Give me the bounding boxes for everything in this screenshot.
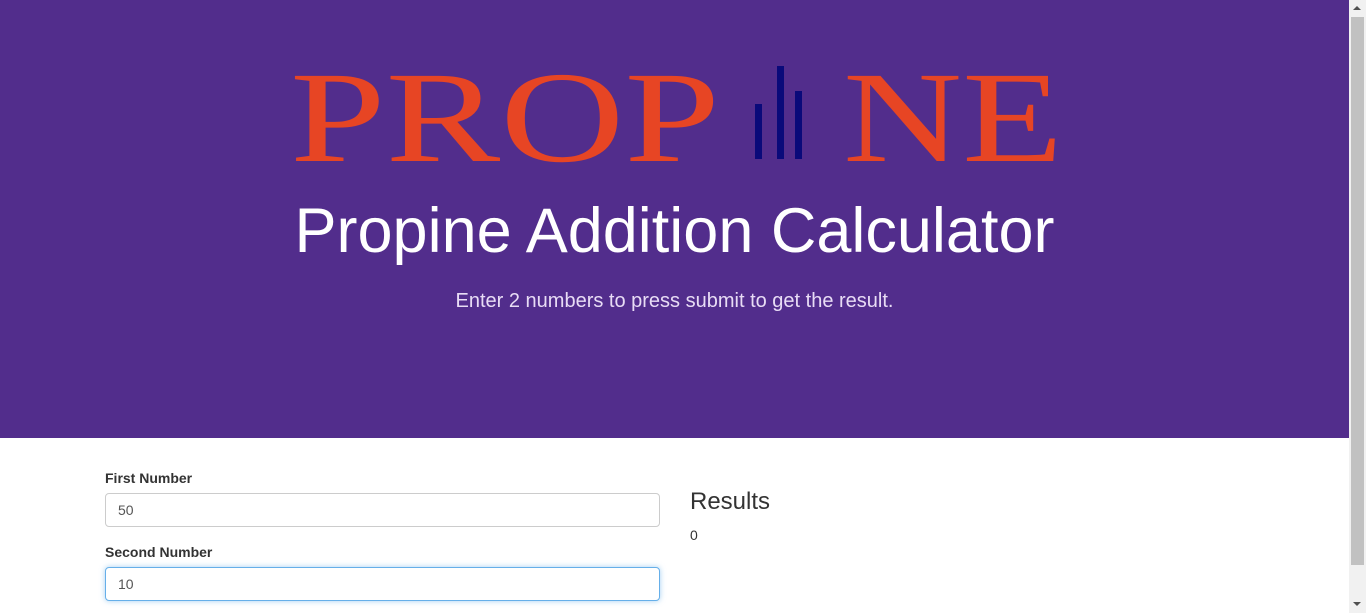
- first-number-label: First Number: [105, 470, 193, 486]
- results-heading: Results: [690, 488, 771, 515]
- second-number-label: Second Number: [105, 544, 213, 560]
- scroll-down-arrow-icon[interactable]: [1349, 596, 1366, 613]
- logo-bar-3: [795, 91, 802, 159]
- page-subtitle: Enter 2 numbers to press submit to get t…: [455, 290, 894, 312]
- propine-logo: PROP NE: [290, 58, 1063, 166]
- hero-banner: PROP NE Propine Addition Calculator Ente…: [0, 0, 1349, 438]
- results-value: 0: [690, 527, 698, 543]
- scroll-up-arrow-icon[interactable]: [1349, 0, 1366, 17]
- page: PROP NE Propine Addition Calculator Ente…: [0, 0, 1366, 613]
- logo-bar-2: [777, 66, 784, 159]
- scroll-thumb[interactable]: [1351, 17, 1364, 565]
- first-number-input[interactable]: [105, 493, 660, 527]
- logo-text-right: NE: [843, 58, 1063, 166]
- calculator-form-section: First Number Second Number Results 0: [0, 438, 1349, 613]
- second-number-input[interactable]: [105, 567, 660, 601]
- page-title: Propine Addition Calculator: [294, 196, 1055, 266]
- logo-text-left: PROP: [290, 58, 720, 166]
- vertical-scrollbar[interactable]: [1349, 0, 1366, 613]
- logo-bar-1: [755, 104, 762, 159]
